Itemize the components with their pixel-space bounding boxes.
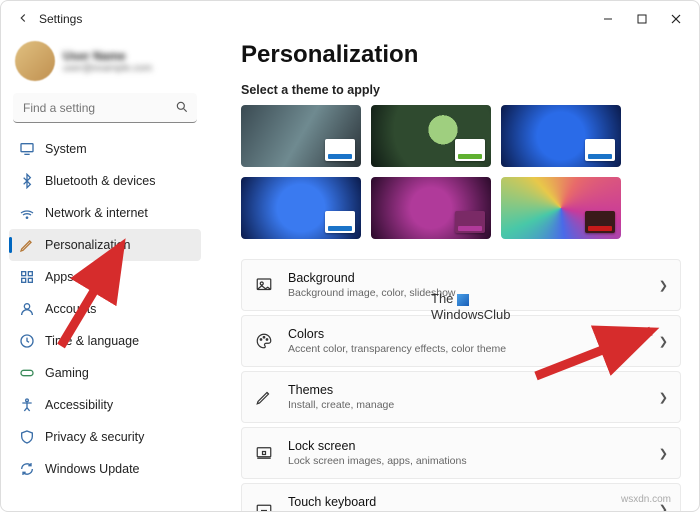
card-themes[interactable]: Themes Install, create, manage ❯ xyxy=(241,371,681,423)
gaming-icon xyxy=(19,365,35,381)
theme-thumbnail[interactable] xyxy=(241,105,361,167)
personalization-icon xyxy=(19,237,35,253)
card-title: Lock screen xyxy=(288,439,645,453)
card-title: Background xyxy=(288,271,645,285)
theme-chip xyxy=(585,211,615,233)
theme-thumbnail[interactable] xyxy=(241,177,361,239)
chevron-right-icon: ❯ xyxy=(659,335,668,348)
theme-chip xyxy=(455,139,485,161)
nav-gaming[interactable]: Gaming xyxy=(9,357,201,389)
theme-thumbnail[interactable] xyxy=(371,177,491,239)
chevron-right-icon: ❯ xyxy=(659,447,668,460)
window-title: Settings xyxy=(39,12,82,26)
update-icon xyxy=(19,461,35,477)
nav-network[interactable]: Network & internet xyxy=(9,197,201,229)
page-heading: Personalization xyxy=(241,41,681,69)
card-desc: Accent color, transparency effects, colo… xyxy=(288,343,645,355)
profile-email: user@example.com xyxy=(63,63,152,74)
nav-accessibility[interactable]: Accessibility xyxy=(9,389,201,421)
card-colors[interactable]: Colors Accent color, transparency effects… xyxy=(241,315,681,367)
theme-chip xyxy=(585,139,615,161)
settings-list: Background Background image, color, slide… xyxy=(241,259,681,511)
nav-label: Time & language xyxy=(45,334,139,348)
site-watermark: wsxdn.com xyxy=(621,494,671,505)
search-input[interactable] xyxy=(13,93,197,123)
theme-thumbnail[interactable] xyxy=(501,105,621,167)
chevron-right-icon: ❯ xyxy=(659,391,668,404)
title-bar: Settings xyxy=(1,1,699,37)
bluetooth-icon xyxy=(19,173,35,189)
nav-personalization[interactable]: Personalization xyxy=(9,229,201,261)
image-icon xyxy=(254,275,274,295)
theme-chip xyxy=(325,211,355,233)
card-desc: Install, create, manage xyxy=(288,399,645,411)
nav-label: Personalization xyxy=(45,238,130,252)
nav-label: Accessibility xyxy=(45,398,113,412)
nav-label: Windows Update xyxy=(45,462,140,476)
brush-icon xyxy=(254,387,274,407)
minimize-button[interactable] xyxy=(591,5,625,33)
nav-label: Gaming xyxy=(45,366,89,380)
card-title: Colors xyxy=(288,327,645,341)
nav-label: Network & internet xyxy=(45,206,148,220)
main-content: Personalization Select a theme to apply … xyxy=(209,37,699,511)
close-button[interactable] xyxy=(659,5,693,33)
system-icon xyxy=(19,141,35,157)
nav-windows-update[interactable]: Windows Update xyxy=(9,453,201,485)
time-icon xyxy=(19,333,35,349)
maximize-button[interactable] xyxy=(625,5,659,33)
avatar xyxy=(15,41,55,81)
profile-name: User Name xyxy=(63,49,152,63)
theme-grid xyxy=(241,105,681,239)
theme-thumbnail[interactable] xyxy=(501,177,621,239)
card-title: Touch keyboard xyxy=(288,495,645,509)
nav-apps[interactable]: Apps xyxy=(9,261,201,293)
search-icon xyxy=(175,100,189,114)
nav-label: Privacy & security xyxy=(45,430,144,444)
accessibility-icon xyxy=(19,397,35,413)
search-box[interactable] xyxy=(13,93,197,123)
privacy-icon xyxy=(19,429,35,445)
card-desc: Lock screen images, apps, animations xyxy=(288,455,645,467)
nav-label: System xyxy=(45,142,87,156)
card-touch-keyboard[interactable]: Touch keyboardThemes, size ❯ xyxy=(241,483,681,511)
nav-label: Bluetooth & devices xyxy=(45,174,156,188)
nav-privacy[interactable]: Privacy & security xyxy=(9,421,201,453)
nav-label: Apps xyxy=(45,270,74,284)
back-button[interactable] xyxy=(7,11,39,28)
card-desc: Background image, color, slideshow xyxy=(288,287,645,299)
theme-section-label: Select a theme to apply xyxy=(241,83,681,97)
theme-chip xyxy=(455,211,485,233)
nav-label: Accounts xyxy=(45,302,96,316)
card-lock-screen[interactable]: Lock screen Lock screen images, apps, ani… xyxy=(241,427,681,479)
palette-icon xyxy=(254,331,274,351)
caption-buttons xyxy=(591,5,693,33)
nav-accounts[interactable]: Accounts xyxy=(9,293,201,325)
theme-chip xyxy=(325,139,355,161)
keyboard-icon xyxy=(254,499,274,511)
card-background[interactable]: Background Background image, color, slide… xyxy=(241,259,681,311)
lock-screen-icon xyxy=(254,443,274,463)
card-title: Themes xyxy=(288,383,645,397)
accounts-icon xyxy=(19,301,35,317)
sidebar: User Name user@example.com System Blueto… xyxy=(1,37,209,511)
theme-thumbnail[interactable] xyxy=(371,105,491,167)
network-icon xyxy=(19,205,35,221)
nav-bluetooth[interactable]: Bluetooth & devices xyxy=(9,165,201,197)
chevron-right-icon: ❯ xyxy=(659,279,668,292)
nav-system[interactable]: System xyxy=(9,133,201,165)
nav-time-language[interactable]: Time & language xyxy=(9,325,201,357)
account-header[interactable]: User Name user@example.com xyxy=(9,37,201,91)
apps-icon xyxy=(19,269,35,285)
nav-list: System Bluetooth & devices Network & int… xyxy=(9,133,201,485)
